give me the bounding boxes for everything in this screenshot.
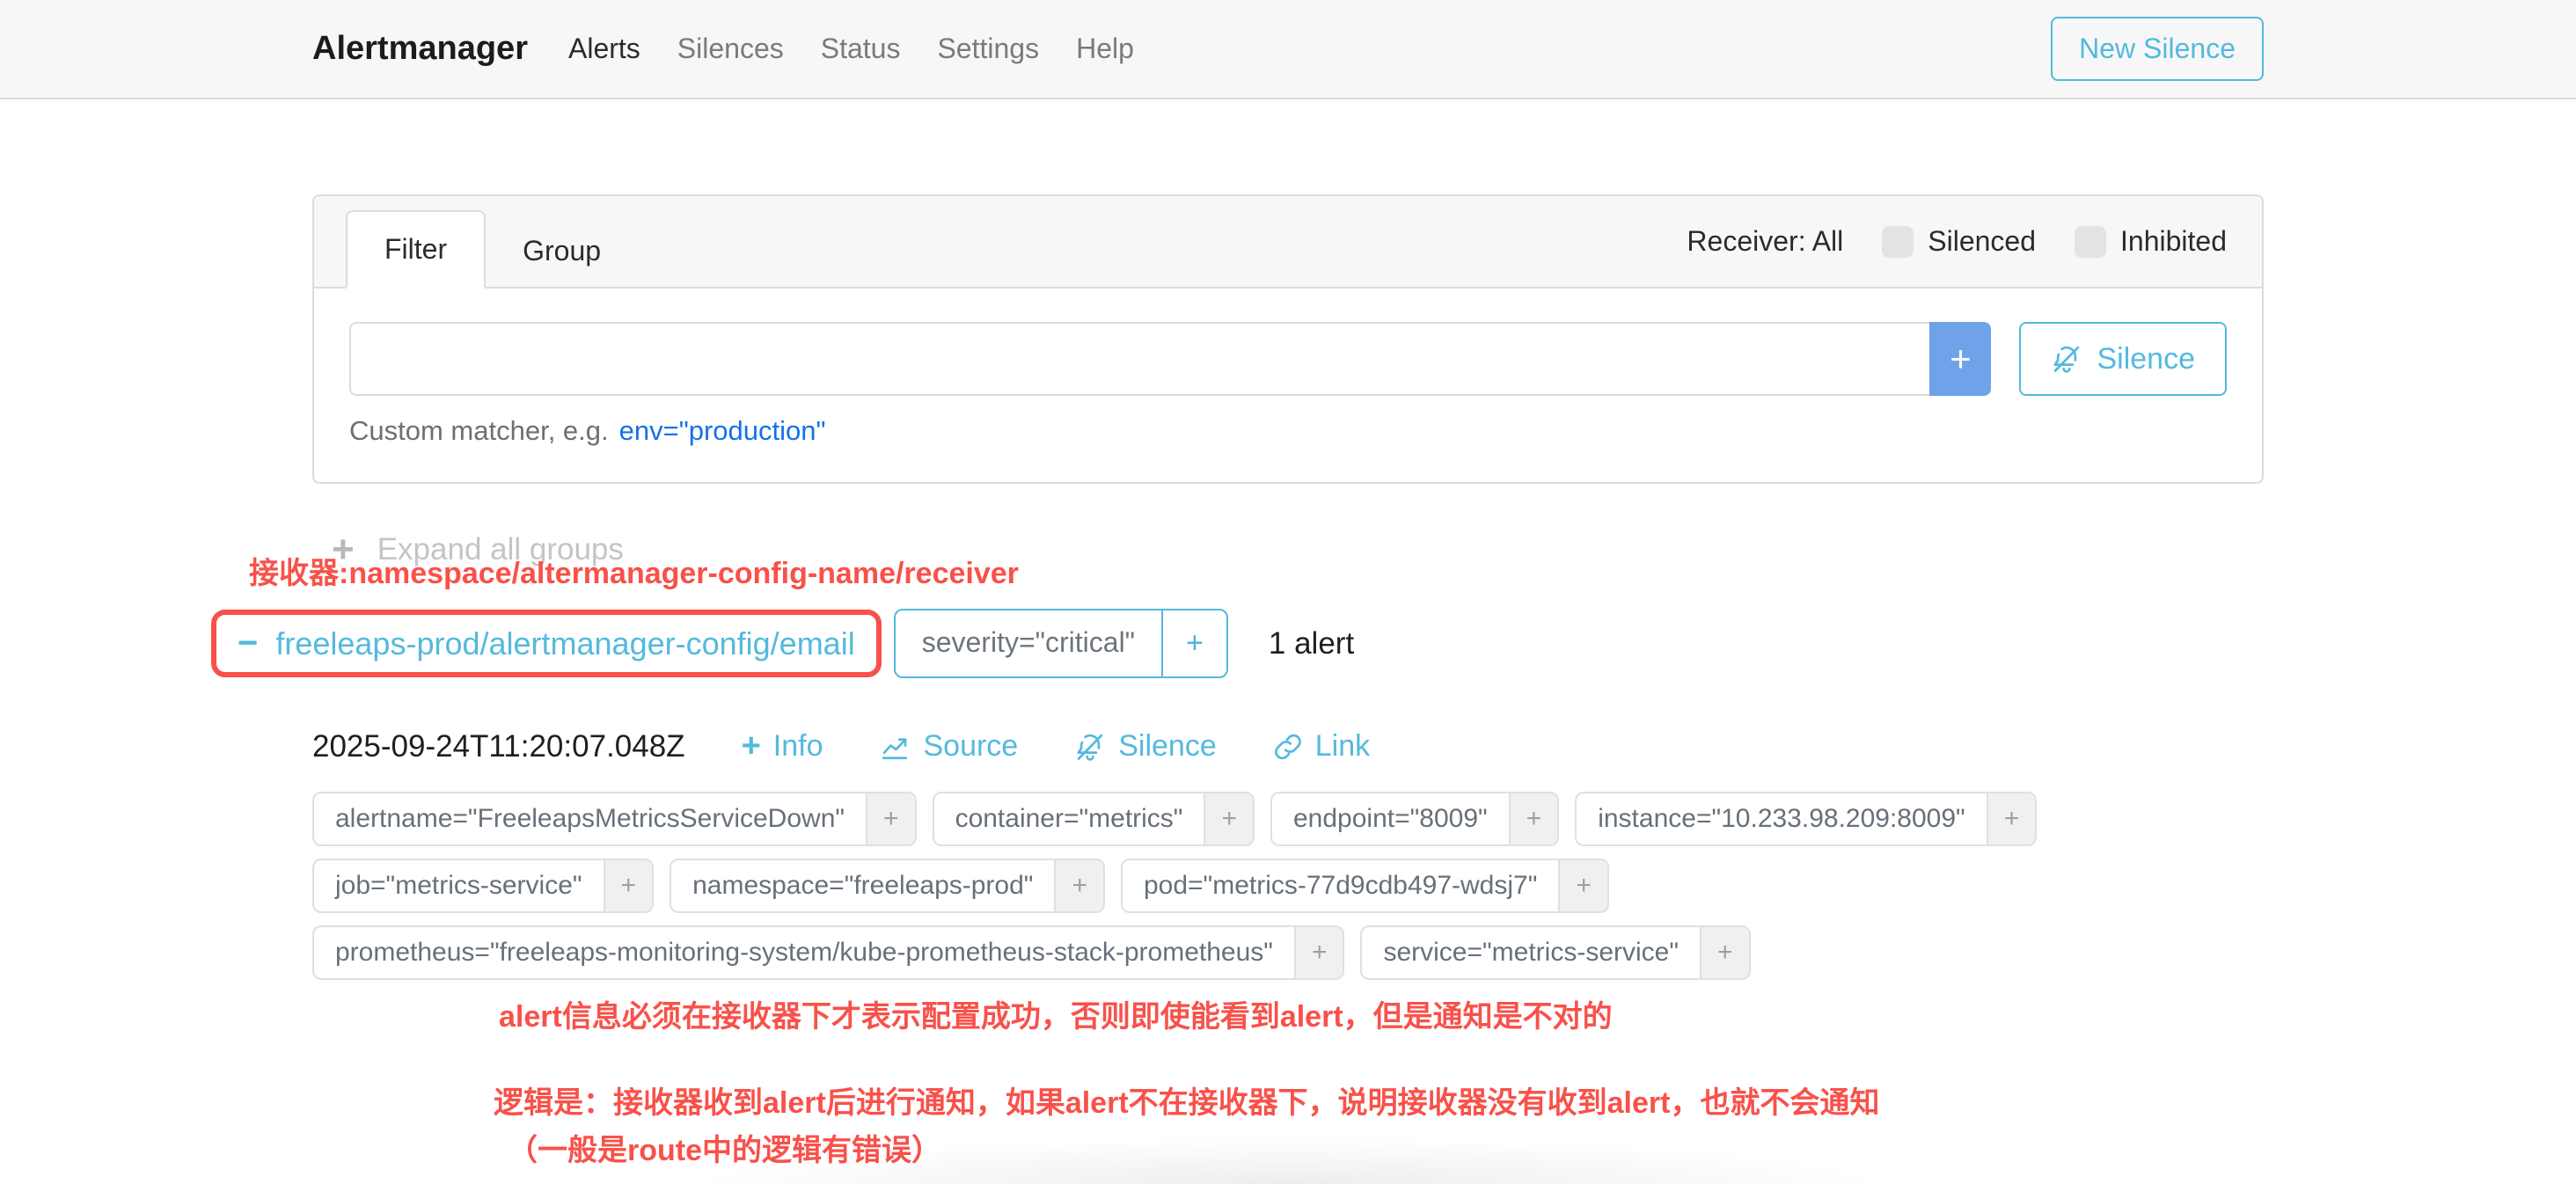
receiver-group-button[interactable]: − freeleaps-prod/alertmanager-config/ema… — [238, 624, 855, 663]
label-text: job="metrics-service" — [314, 860, 604, 911]
logic-annotation-text: 逻辑是：接收器收到alert后进行通知，如果alert不在接收器下，说明接收器没… — [494, 1079, 2264, 1174]
label-add-button[interactable]: + — [1558, 860, 1607, 911]
tabs: Filter Group — [346, 196, 638, 289]
logic-annotation-line2: （一般是route中的逻辑有错误） — [494, 1127, 2264, 1174]
label-add-button[interactable]: + — [1509, 793, 1558, 844]
label-add-button[interactable]: + — [604, 860, 653, 911]
group-matcher-add-button[interactable]: + — [1161, 610, 1226, 676]
alert-timestamp: 2025-09-24T11:20:07.048Z — [312, 729, 685, 764]
receiver-group-label: freeleaps-prod/alertmanager-config/email — [275, 625, 854, 662]
nav-item-settings[interactable]: Settings — [937, 33, 1039, 65]
silence-filter-label: Silence — [2097, 342, 2195, 376]
label-add-button[interactable]: + — [866, 793, 915, 844]
silence-alert-button[interactable]: Silence — [1074, 729, 1217, 764]
collapse-icon: − — [238, 624, 258, 663]
filter-card: Filter Group Receiver: All Silenced Inhi… — [312, 194, 2264, 484]
tab-group[interactable]: Group — [486, 214, 638, 289]
inhibited-checkbox-group[interactable]: Inhibited — [2075, 225, 2227, 258]
label-add-button[interactable]: + — [1204, 793, 1253, 844]
alert-labels: alertname="FreeleapsMetricsServiceDown" … — [312, 792, 2264, 980]
silence-alert-label: Silence — [1118, 729, 1217, 764]
source-label: Source — [923, 729, 1018, 764]
label-row: alertname="FreeleapsMetricsServiceDown" … — [312, 792, 2264, 846]
label-text: alertname="FreeleapsMetricsServiceDown" — [314, 793, 866, 844]
label-add-button[interactable]: + — [1054, 860, 1103, 911]
main-content: Filter Group Receiver: All Silenced Inhi… — [312, 194, 2264, 1174]
label-text: endpoint="8009" — [1272, 793, 1509, 844]
label-text: instance="10.233.98.209:8009" — [1577, 793, 1986, 844]
link-icon — [1273, 732, 1303, 762]
navbar: Alertmanager Alerts Silences Status Sett… — [0, 0, 2576, 99]
silence-filter-button[interactable]: Silence — [2019, 322, 2227, 396]
label-text: service="metrics-service" — [1362, 927, 1700, 978]
label-chip: container="metrics" + — [933, 792, 1255, 846]
alert-header-row: 2025-09-24T11:20:07.048Z + Info Source — [312, 727, 2264, 765]
label-chip: service="metrics-service" + — [1360, 925, 1750, 980]
silenced-label: Silenced — [1928, 225, 2036, 258]
inhibited-checkbox[interactable] — [2075, 226, 2106, 258]
nav-item-help[interactable]: Help — [1076, 33, 1134, 65]
group-matcher-chip: severity="critical" + — [894, 609, 1228, 678]
matcher-input[interactable] — [349, 322, 1929, 396]
label-add-button[interactable]: + — [1700, 927, 1749, 978]
expand-row: + Expand all groups 接收器:namespace/alterm… — [312, 528, 2264, 566]
label-row: prometheus="freeleaps-monitoring-system/… — [312, 925, 2264, 980]
receiver-annotation-text: 接收器:namespace/altermanager-config-name/r… — [249, 549, 1019, 592]
logic-annotation-line1: 逻辑是：接收器收到alert后进行通知，如果alert不在接收器下，说明接收器没… — [494, 1079, 2264, 1127]
chart-line-icon — [879, 731, 911, 763]
label-add-button[interactable]: + — [1987, 793, 2036, 844]
label-text: container="metrics" — [934, 793, 1204, 844]
info-label: Info — [773, 729, 823, 764]
label-chip: job="metrics-service" + — [312, 859, 654, 913]
silenced-checkbox-group[interactable]: Silenced — [1882, 225, 2036, 258]
label-text: namespace="freeleaps-prod" — [671, 860, 1054, 911]
alert-annotation-text: alert信息必须在接收器下才表示配置成功，否则即使能看到alert，但是通知是… — [499, 992, 2264, 1035]
nav-item-alerts[interactable]: Alerts — [568, 33, 640, 65]
label-chip: alertname="FreeleapsMetricsServiceDown" … — [312, 792, 917, 846]
nav-item-status[interactable]: Status — [821, 33, 901, 65]
filter-card-body: + Silence Custom matcher, e.g. env="produ… — [314, 289, 2262, 482]
source-button[interactable]: Source — [879, 729, 1018, 764]
bell-slash-icon — [1074, 731, 1106, 763]
label-chip: namespace="freeleaps-prod" + — [670, 859, 1105, 913]
info-button[interactable]: + Info — [742, 727, 823, 765]
receiver-filter-label[interactable]: Receiver: All — [1687, 225, 1843, 258]
receiver-group-row: − freeleaps-prod/alertmanager-config/ema… — [312, 609, 2264, 678]
plus-icon: + — [742, 727, 761, 765]
alert-count: 1 alert — [1269, 626, 1354, 661]
label-chip: prometheus="freeleaps-monitoring-system/… — [312, 925, 1344, 980]
tab-filter[interactable]: Filter — [346, 210, 486, 289]
inhibited-label: Inhibited — [2120, 225, 2227, 258]
label-text: pod="metrics-77d9cdb497-wdsj7" — [1123, 860, 1558, 911]
label-chip: instance="10.233.98.209:8009" + — [1575, 792, 2037, 846]
app-brand[interactable]: Alertmanager — [312, 30, 528, 68]
add-matcher-button[interactable]: + — [1929, 322, 1991, 396]
label-row: job="metrics-service" + namespace="freel… — [312, 859, 2264, 913]
label-text: prometheus="freeleaps-monitoring-system/… — [314, 927, 1294, 978]
label-chip: endpoint="8009" + — [1270, 792, 1559, 846]
annotation-highlight-box: − freeleaps-prod/alertmanager-config/ema… — [211, 610, 882, 677]
nav-item-silences[interactable]: Silences — [677, 33, 784, 65]
link-label: Link — [1315, 729, 1370, 764]
label-chip: pod="metrics-77d9cdb497-wdsj7" + — [1121, 859, 1609, 913]
custom-matcher-hint: Custom matcher, e.g. — [349, 415, 609, 446]
link-button[interactable]: Link — [1273, 729, 1370, 764]
bell-slash-icon — [2051, 343, 2082, 375]
matcher-example-link[interactable]: env="production" — [619, 415, 826, 446]
label-add-button[interactable]: + — [1294, 927, 1343, 978]
group-matcher-text: severity="critical" — [896, 610, 1161, 676]
silenced-checkbox[interactable] — [1882, 226, 1914, 258]
filter-card-header: Filter Group Receiver: All Silenced Inhi… — [314, 196, 2262, 289]
new-silence-button[interactable]: New Silence — [2051, 17, 2264, 81]
